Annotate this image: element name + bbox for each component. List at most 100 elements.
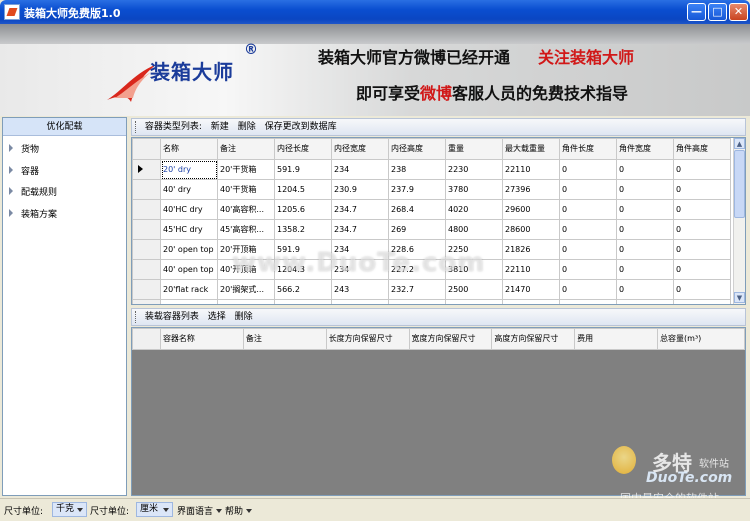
table-cell[interactable]: 0 [673, 259, 731, 280]
table-cell[interactable]: 0 [673, 299, 731, 304]
table-cell[interactable]: 2500 [445, 279, 503, 300]
help-menu[interactable]: 帮助 [225, 504, 252, 517]
column-header[interactable]: 内径长度 [274, 138, 332, 160]
column-header[interactable]: 长度方向保留尺寸 [325, 328, 410, 350]
toolbar-grip-icon[interactable] [135, 311, 139, 323]
table-cell[interactable]: 0 [559, 159, 617, 180]
table-cell[interactable]: 234.7 [331, 219, 389, 240]
table-cell[interactable]: 20'干货箱 [217, 159, 275, 180]
table-cell[interactable]: 0 [559, 199, 617, 220]
table-cell[interactable]: 27396 [502, 179, 560, 200]
table-cell[interactable]: 45'高容积... [217, 219, 275, 240]
table-cell[interactable]: 21470 [502, 279, 560, 300]
column-header[interactable]: 宽度方向保留尺寸 [408, 328, 493, 350]
size-unit-select[interactable]: 厘米 [136, 502, 173, 517]
language-menu[interactable]: 界面语言 [177, 504, 222, 517]
close-button[interactable]: ✕ [729, 3, 748, 21]
table-cell[interactable]: 22110 [502, 259, 560, 280]
toolbar-grip-icon[interactable] [135, 121, 139, 133]
vertical-scrollbar[interactable]: ▲ ▼ [733, 138, 745, 304]
table-cell[interactable]: 40'干货箱 [217, 179, 275, 200]
table-cell[interactable]: 566.2 [274, 279, 332, 300]
maximize-button[interactable]: □ [708, 3, 727, 21]
column-header[interactable]: 最大载重量 [502, 138, 560, 160]
table-cell[interactable]: 40' dry [160, 179, 218, 200]
column-header[interactable]: 角件长度 [559, 138, 617, 160]
table-cell[interactable]: 20'flat rack [160, 279, 218, 300]
weight-unit-select[interactable]: 千克 [52, 502, 87, 517]
row-header[interactable] [132, 219, 161, 240]
table-cell[interactable]: 0 [616, 299, 674, 304]
table-cell[interactable]: 22110 [502, 159, 560, 180]
table-cell[interactable]: 0 [616, 239, 674, 260]
row-header[interactable] [132, 299, 161, 304]
new-button[interactable]: 新建 [211, 119, 229, 135]
table-cell[interactable]: 212.6 [331, 299, 389, 304]
table-cell[interactable]: 0 [673, 279, 731, 300]
table-cell[interactable]: 1204.5 [274, 179, 332, 200]
table-cell[interactable]: 0 [616, 219, 674, 240]
table-cell[interactable]: 45'HC dry [160, 219, 218, 240]
table-cell[interactable]: 20'可拆卸... [217, 299, 275, 304]
delete-container-button[interactable]: 删除 [235, 309, 253, 325]
row-header[interactable] [132, 279, 161, 300]
table-row[interactable]: 40' dry 40'干货箱 1204.5 230.9 237.9 3780 27396 0 0… [132, 179, 731, 200]
table-cell[interactable]: 0 [673, 179, 731, 200]
table-cell[interactable]: 20' open top [160, 239, 218, 260]
table-cell[interactable]: 234 [331, 159, 389, 180]
table-cell[interactable]: 4800 [445, 219, 503, 240]
row-header[interactable] [132, 239, 161, 260]
table-cell[interactable]: 3780 [445, 179, 503, 200]
minimize-button[interactable]: — [687, 3, 706, 21]
table-row[interactable]: 20'collap...20'可拆卸...594.6212.6223.32600… [132, 299, 731, 304]
table-cell[interactable]: 28600 [502, 219, 560, 240]
table-cell[interactable]: 29600 [502, 199, 560, 220]
nav-item-cargo[interactable]: 货物 [9, 142, 119, 158]
table-cell[interactable]: 234.7 [331, 199, 389, 220]
table-cell[interactable]: 591.9 [274, 159, 332, 180]
column-header[interactable]: 重量 [445, 138, 503, 160]
delete-button[interactable]: 删除 [238, 119, 256, 135]
table-cell[interactable]: 0 [616, 279, 674, 300]
table-cell[interactable]: 21826 [502, 239, 560, 260]
table-cell[interactable]: 243 [331, 279, 389, 300]
row-header[interactable] [132, 179, 161, 200]
row-header[interactable] [132, 199, 161, 220]
column-header[interactable]: 内径宽度 [331, 138, 389, 160]
column-header[interactable]: 费用 [574, 328, 659, 350]
row-header[interactable] [132, 159, 161, 180]
column-header[interactable]: 角件高度 [673, 138, 731, 160]
select-button[interactable]: 选择 [208, 309, 226, 325]
table-cell[interactable]: 27100 [502, 299, 560, 304]
table-cell[interactable]: 223.3 [388, 299, 446, 304]
column-header[interactable]: 角件宽度 [616, 138, 674, 160]
column-header[interactable]: 备注 [217, 138, 275, 160]
table-cell[interactable]: 40'高容积... [217, 199, 275, 220]
table-cell[interactable]: 238 [388, 159, 446, 180]
scroll-down-icon[interactable]: ▼ [734, 292, 745, 303]
table-cell[interactable]: 237.9 [388, 179, 446, 200]
table-row[interactable]: 40'HC dry 40'高容积... 1205.6 234.7 268.4 4020 29… [132, 199, 731, 220]
table-cell[interactable]: 0 [559, 299, 617, 304]
table-cell[interactable]: 0 [616, 159, 674, 180]
table-cell[interactable]: 230.9 [331, 179, 389, 200]
table-cell[interactable]: 0 [673, 239, 731, 260]
table-cell[interactable]: 269 [388, 219, 446, 240]
table-cell[interactable]: 0 [559, 179, 617, 200]
table-cell[interactable]: 594.6 [274, 299, 332, 304]
column-header[interactable]: 容器名称 [159, 328, 244, 350]
table-cell[interactable]: 20'搁架式... [217, 279, 275, 300]
table-cell[interactable]: 0 [616, 199, 674, 220]
table-cell[interactable]: 268.4 [388, 199, 446, 220]
nav-header[interactable]: 优化配载 [3, 118, 126, 136]
table-cell[interactable]: 0 [559, 279, 617, 300]
app-icon[interactable] [4, 4, 20, 20]
scroll-up-icon[interactable]: ▲ [734, 138, 745, 149]
save-to-database-button[interactable]: 保存更改到数据库 [265, 119, 337, 135]
row-header[interactable] [132, 259, 161, 280]
table-cell[interactable]: 0 [559, 259, 617, 280]
column-header[interactable]: 名称 [160, 138, 218, 160]
table-cell[interactable]: 1205.6 [274, 199, 332, 220]
nav-item-loading-rules[interactable]: 配载规则 [9, 185, 119, 201]
table-row[interactable]: 45'HC dry 45'高容积... 1358.2 234.7 269 4800 2860… [132, 219, 731, 240]
